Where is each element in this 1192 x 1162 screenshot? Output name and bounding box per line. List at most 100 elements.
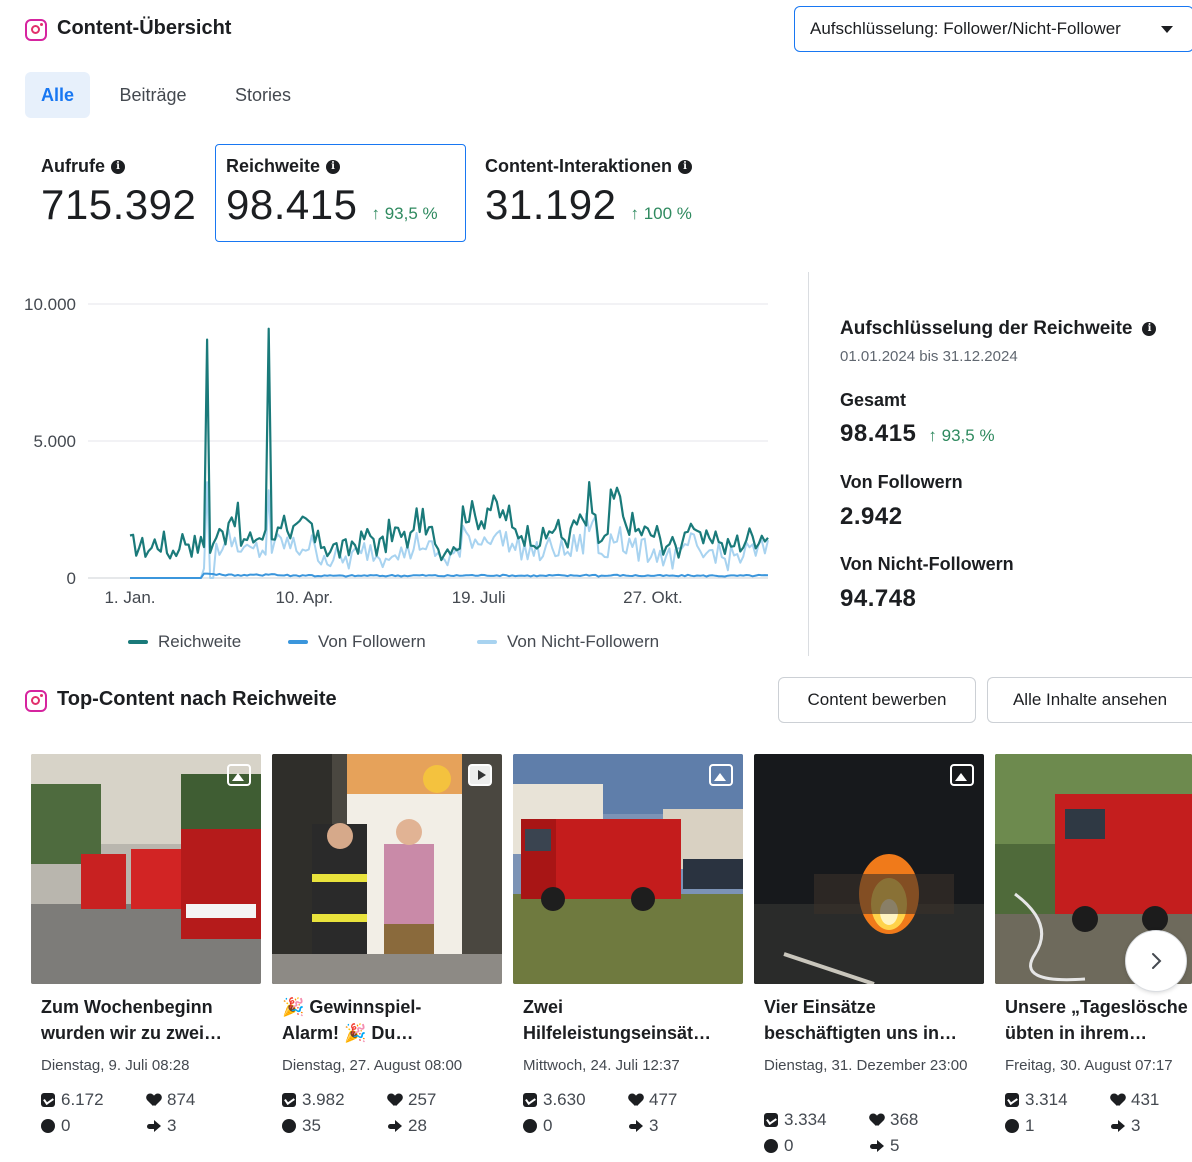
metric-reach-label: Reichweite: [226, 156, 321, 176]
x-tick-label: 27. Okt.: [623, 588, 683, 607]
legend-nonfollowers[interactable]: Von Nicht-Followern: [477, 632, 659, 652]
legend-label: Reichweite: [158, 632, 242, 651]
legend-label: Von Followern: [318, 632, 426, 651]
legend-followers[interactable]: Von Followern: [288, 632, 426, 652]
card-shares: 3: [147, 1116, 176, 1136]
card-date: Mittwoch, 24. Juli 12:37: [523, 1057, 680, 1074]
card-likes: 257: [388, 1090, 436, 1110]
breakdown-date-range: 01.01.2024 bis 31.12.2024: [840, 348, 1018, 365]
content-card[interactable]: Zum Wochenbeginn wurden wir zu zwei… Die…: [31, 754, 261, 1162]
instagram-icon: [25, 19, 47, 41]
card-shares: 3: [1111, 1116, 1140, 1136]
car-fire-night-image: [754, 754, 984, 984]
tab-stories[interactable]: Stories: [222, 72, 304, 118]
info-icon[interactable]: i: [678, 159, 692, 174]
card-likes-value: 368: [890, 1110, 919, 1129]
content-card[interactable]: Vier Einsätze beschäftigten uns in… Dien…: [754, 754, 984, 1162]
metric-interactions[interactable]: Content-Interaktionen i 31.192 ↑ 100 %: [485, 156, 692, 229]
video-badge-icon: [468, 764, 492, 786]
card-title: Zum Wochenbeginn wurden wir zu zwei…: [41, 997, 223, 1043]
info-icon[interactable]: i: [1142, 322, 1157, 336]
breakdown-dropdown[interactable]: Aufschlüsselung: Follower/Nicht-Follower: [794, 6, 1192, 52]
legend-swatch: [288, 640, 308, 644]
content-card[interactable]: Zwei Hilfeleistungseinsät… Mittwoch, 24.…: [513, 754, 743, 1162]
divider: [808, 272, 809, 656]
y-tick-label: 0: [67, 569, 76, 588]
comment-icon: [1005, 1119, 1019, 1133]
card-comments-value: 0: [61, 1116, 71, 1135]
y-tick-label: 10.000: [24, 295, 76, 314]
breakdown-dropdown-label: Aufschlüsselung: Follower/Nicht-Follower: [810, 19, 1121, 38]
series-line-von-followern: [130, 572, 769, 579]
card-shares-value: 28: [408, 1116, 427, 1135]
card-comments-value: 35: [302, 1116, 321, 1135]
card-likes-value: 477: [649, 1090, 678, 1109]
card-comments: 0: [523, 1116, 552, 1136]
metric-reach[interactable]: Reichweite i 98.415 ↑ 93,5 %: [226, 156, 438, 229]
chevron-right-icon: [1152, 953, 1162, 969]
card-comments-value: 0: [784, 1136, 794, 1155]
tab-posts[interactable]: Beiträge: [108, 72, 198, 118]
info-icon[interactable]: i: [111, 159, 125, 174]
card-shares: 5: [870, 1136, 899, 1156]
metric-interactions-value: 31.192: [485, 181, 617, 228]
photo-badge-icon: [950, 764, 974, 786]
breakdown-nonfollowers-label: Von Nicht-Followern: [840, 554, 1014, 574]
heart-icon: [1111, 1094, 1125, 1107]
series-line-reichweite: [129, 327, 769, 562]
card-title: Zwei Hilfeleistungseinsät…: [523, 997, 712, 1043]
card-likes-value: 257: [408, 1090, 437, 1109]
metric-interactions-delta: ↑ 100 %: [630, 204, 692, 223]
card-date: Freitag, 30. August 07:17: [1005, 1057, 1173, 1074]
post-thumbnail: [31, 754, 261, 984]
tab-all[interactable]: Alle: [25, 72, 90, 118]
card-date: Dienstag, 27. August 08:00: [282, 1057, 463, 1074]
card-likes: 477: [629, 1090, 677, 1110]
card-likes: 431: [1111, 1090, 1159, 1110]
info-icon[interactable]: i: [326, 159, 341, 174]
view-all-content-button[interactable]: Alle Inhalte ansehen: [987, 677, 1192, 723]
legend-reach[interactable]: Reichweite: [128, 632, 241, 652]
metric-interactions-label: Content-Interaktionen: [485, 156, 672, 176]
share-icon: [629, 1120, 643, 1132]
instagram-icon: [25, 690, 47, 712]
metric-views[interactable]: Aufrufe i 715.392: [41, 156, 196, 229]
fire-trucks-street-image: [31, 754, 261, 984]
breakdown-title-text: Aufschlüsselung der Reichweite: [840, 318, 1133, 339]
heart-icon: [870, 1114, 884, 1127]
reach-icon: [41, 1093, 55, 1107]
comment-icon: [764, 1139, 778, 1153]
card-shares-value: 3: [167, 1116, 177, 1135]
carousel-next-button[interactable]: [1125, 930, 1187, 992]
breakdown-total-label: Gesamt: [840, 390, 907, 410]
legend-swatch: [128, 640, 148, 644]
metric-reach-value: 98.415: [226, 181, 358, 228]
reach-icon: [523, 1093, 537, 1107]
top-content-title: Top-Content nach Reichweite: [57, 688, 337, 710]
reach-icon: [282, 1093, 296, 1107]
card-reach: 3.334: [764, 1110, 827, 1130]
card-shares-value: 3: [1131, 1116, 1141, 1135]
heart-icon: [388, 1094, 402, 1107]
card-comments-value: 0: [543, 1116, 553, 1135]
card-shares: 28: [388, 1116, 427, 1136]
fire-truck-parked-image: [513, 754, 743, 984]
card-comments: 1: [1005, 1116, 1034, 1136]
content-card[interactable]: 🎉 Gewinnspiel- Alarm! 🎉 Du… Dienstag, 27…: [272, 754, 502, 1162]
series-line-von-nicht-followern: [130, 481, 769, 579]
metric-views-label: Aufrufe: [41, 156, 105, 176]
card-reach: 3.630: [523, 1090, 586, 1110]
post-thumbnail: [754, 754, 984, 984]
reach-icon: [764, 1113, 778, 1127]
promote-content-button[interactable]: Content bewerben: [778, 677, 976, 723]
x-tick-label: 10. Apr.: [275, 588, 333, 607]
card-date: Dienstag, 9. Juli 08:28: [41, 1057, 190, 1074]
reach-line-chart: 0 5.000 10.000 1. Jan. 10. Apr. 19. Juli 27. O…: [24, 295, 769, 607]
card-title: Vier Einsätze beschäftigten uns in…: [764, 997, 958, 1043]
breakdown-followers-value: 2.942: [840, 503, 903, 530]
card-reach: 3.314: [1005, 1090, 1068, 1110]
metric-reach-delta: ↑ 93,5 %: [371, 204, 438, 223]
card-likes: 368: [870, 1110, 918, 1130]
legend-label: Von Nicht-Followern: [507, 632, 660, 651]
caret-down-icon: [1161, 26, 1173, 33]
